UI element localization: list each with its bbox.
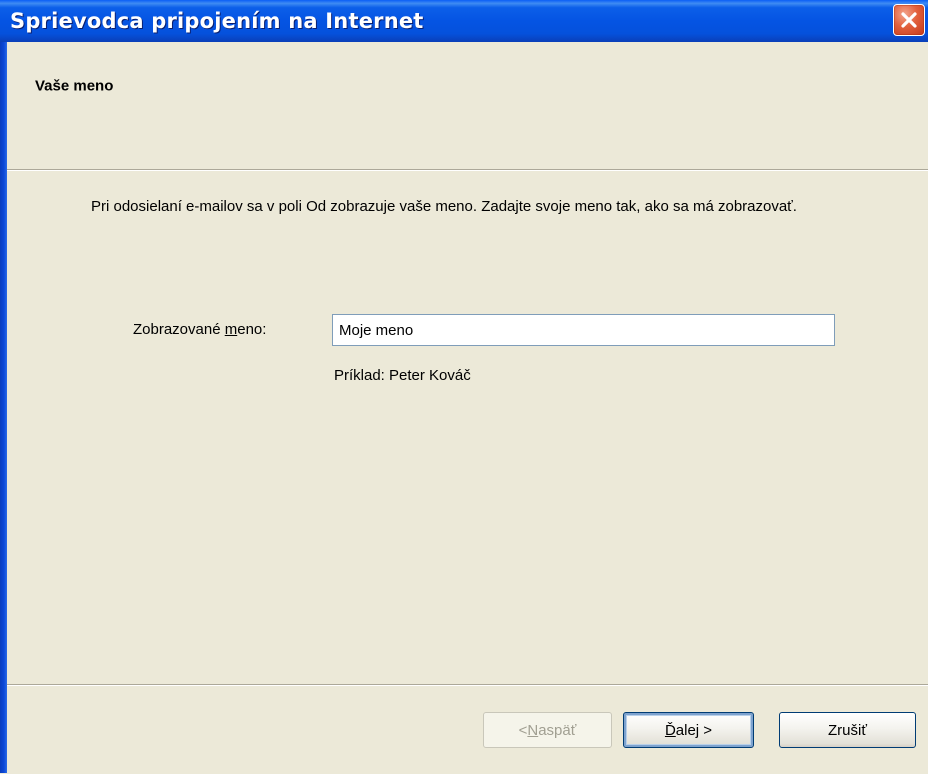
wizard-footer: < Naspäť Ďalej > Zrušiť [7, 684, 928, 774]
back-button-rest: aspäť [538, 721, 577, 739]
back-button[interactable]: < Naspäť [483, 712, 612, 748]
display-name-input[interactable] [332, 314, 835, 346]
back-button-accesskey: N [527, 721, 539, 739]
back-button-prefix: < [518, 721, 528, 739]
wizard-header: Vaše meno [7, 42, 928, 171]
close-button[interactable] [893, 4, 925, 36]
wizard-window: Sprievodca pripojením na Internet Vaše m… [0, 0, 928, 774]
window-title: Sprievodca pripojením na Internet [10, 9, 424, 33]
close-x-icon [901, 12, 917, 28]
page-title: Vaše meno [35, 77, 114, 95]
display-name-label-accesskey: m [224, 321, 238, 338]
display-name-label-before: Zobrazované [133, 321, 225, 338]
next-button-accesskey: Ď [664, 721, 676, 739]
next-button[interactable]: Ďalej > [623, 712, 754, 748]
display-name-label-after: eno: [237, 321, 267, 338]
wizard-content: Pri odosielaní e-mailov sa v poli Od zob… [7, 172, 928, 684]
title-bar[interactable]: Sprievodca pripojením na Internet [0, 0, 928, 42]
display-name-label: Zobrazované meno: [133, 317, 266, 343]
window-left-border [0, 0, 7, 773]
example-text: Príklad: Peter Kováč [334, 367, 471, 384]
instruction-text: Pri odosielaní e-mailov sa v poli Od zob… [91, 198, 797, 215]
next-button-rest: alej > [675, 721, 713, 739]
cancel-button[interactable]: Zrušiť [779, 712, 916, 748]
